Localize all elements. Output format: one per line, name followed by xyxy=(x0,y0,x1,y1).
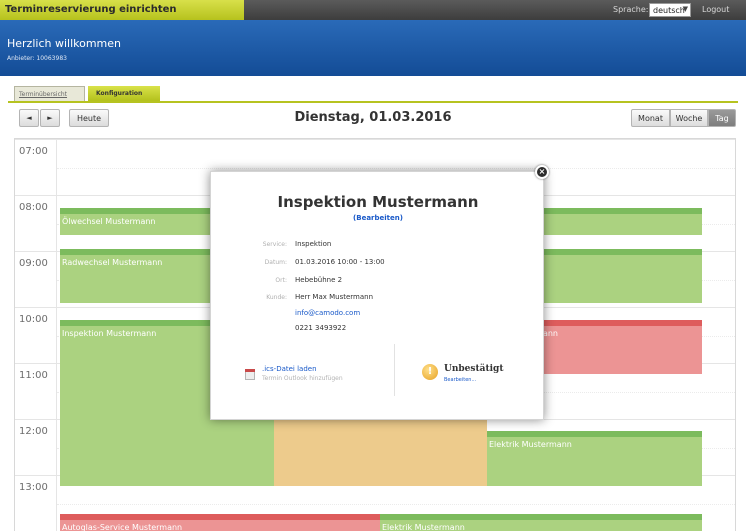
warning-icon: ! xyxy=(422,364,438,380)
customer-phone: 0221 3493922 xyxy=(295,324,347,332)
provider-id: Anbieter: 10063983 xyxy=(7,55,67,62)
language-select[interactable]: deutsch ▼ xyxy=(649,3,691,17)
appointment-detail-popup: Inspektion Mustermann (Bearbeiten) Servi… xyxy=(210,171,544,420)
app-title: Terminreservierung einrichten xyxy=(0,0,244,20)
logout-link[interactable]: Logout xyxy=(702,5,729,14)
customer-value: Herr Max Mustermann xyxy=(295,293,374,301)
chevron-down-icon: ▼ xyxy=(682,5,688,13)
language-label: Sprache: xyxy=(613,5,649,14)
status-label: Unbestätigt xyxy=(444,364,504,374)
welcome-header: Herzlich willkommen Anbieter: 10063983 xyxy=(0,20,746,76)
view-month-button[interactable]: Monat xyxy=(631,109,670,127)
customer-email-link[interactable]: info@camodo.com xyxy=(295,309,360,317)
tab-configuration[interactable]: Konfiguration xyxy=(88,86,160,101)
popup-edit-link[interactable]: (Bearbeiten) xyxy=(211,214,545,222)
date-label: Datum: xyxy=(264,259,287,266)
service-label: Service: xyxy=(262,241,287,248)
service-value: Inspektion xyxy=(295,240,332,248)
date-value: 01.03.2016 10:00 - 13:00 xyxy=(295,258,385,266)
outlook-add-hint: Termin Outlook hinzufügen xyxy=(262,375,343,382)
view-week-button[interactable]: Woche xyxy=(670,109,708,127)
language-select-value: deutsch xyxy=(653,6,685,15)
view-day-button[interactable]: Tag xyxy=(708,109,736,127)
top-bar: Terminreservierung einrichten Sprache: d… xyxy=(0,0,746,20)
customer-label: Kunde: xyxy=(266,294,287,301)
location-label: Ort: xyxy=(275,277,287,284)
tab-termin-overview[interactable]: Terminübersicht xyxy=(14,86,85,101)
location-value: Hebebühne 2 xyxy=(295,276,343,284)
tab-underline xyxy=(8,101,738,103)
welcome-title: Herzlich willkommen xyxy=(7,37,122,50)
close-icon[interactable]: × xyxy=(535,165,549,179)
calendar-file-icon xyxy=(245,369,255,380)
ics-download-link[interactable]: .ics-Datei laden xyxy=(262,365,317,373)
popup-divider xyxy=(394,344,395,396)
status-edit-link[interactable]: Bearbeiten... xyxy=(444,377,476,383)
popup-title: Inspektion Mustermann xyxy=(277,193,479,211)
